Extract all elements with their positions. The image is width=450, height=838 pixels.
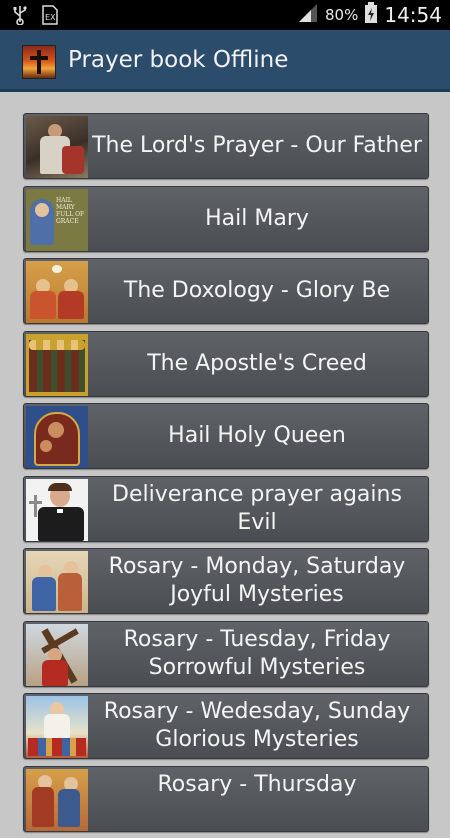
list-item-deliverance-prayer[interactable]: Deliverance prayer agains Evil <box>23 475 429 542</box>
list-item-hail-holy-queen[interactable]: Hail Holy Queen <box>23 403 429 469</box>
jesus-praying-thumbnail <box>26 116 88 178</box>
jesus-carrying-cross-thumbnail <box>26 623 88 686</box>
item-subtitle: Glorious Mysteries <box>155 727 359 752</box>
app-title: Prayer book Offline <box>68 47 289 73</box>
virgin-mary-thumbnail: HAIL MARY FULL OF GRACE <box>26 188 88 251</box>
list-item-doxology[interactable]: The Doxology - Glory Be <box>23 258 429 324</box>
apostles-icon-thumbnail <box>26 333 88 396</box>
thumbnail-caption: HAIL MARY FULL OF GRACE <box>56 196 85 225</box>
resurrection-thumbnail <box>26 696 88 758</box>
item-subtitle: Joyful Mysteries <box>170 582 344 607</box>
list-item-hail-mary[interactable]: HAIL MARY FULL OF GRACE Hail Mary <box>23 185 429 252</box>
battery-percent: 80% <box>325 6 359 24</box>
battery-charging-icon <box>364 2 378 28</box>
svg-text:EX: EX <box>45 13 56 22</box>
item-title: The Apostle's Creed <box>147 350 367 376</box>
item-title: The Lord's Prayer - Our Father <box>92 133 422 158</box>
annunciation-thumbnail <box>26 551 88 613</box>
priest-with-cross-thumbnail <box>26 478 88 541</box>
item-subtitle: Sorrowful Mysteries <box>148 654 366 680</box>
prayer-list: The Lord's Prayer - Our Father HAIL MARY… <box>23 113 429 838</box>
madonna-icon-thumbnail <box>26 406 88 468</box>
list-item-rosary-glorious[interactable]: Rosary - Wedesday, Sunday Glorious Myste… <box>23 693 429 759</box>
debug-notification-icon: EX <box>42 5 60 29</box>
usb-icon <box>12 5 28 29</box>
item-title: Deliverance prayer agains Evil <box>112 481 402 535</box>
item-title: Rosary - Thursday <box>157 771 357 797</box>
item-title: Rosary - Wedesday, Sunday <box>103 699 411 724</box>
list-item-apostles-creed[interactable]: The Apostle's Creed <box>23 330 429 397</box>
clock: 14:54 <box>384 3 442 27</box>
list-item-lords-prayer[interactable]: The Lord's Prayer - Our Father <box>23 113 429 179</box>
list-item-rosary-joyful[interactable]: Rosary - Monday, Saturday Joyful Mysteri… <box>23 548 429 614</box>
item-title: Rosary - Tuesday, Friday <box>123 626 391 652</box>
status-bar: EX 80% 14:54 <box>0 0 450 30</box>
item-title: Hail Mary <box>205 205 309 231</box>
holy-trinity-thumbnail <box>26 261 88 323</box>
list-item-rosary-sorrowful[interactable]: Rosary - Tuesday, Friday Sorrowful Myste… <box>23 620 429 687</box>
item-title: Rosary - Monday, Saturday <box>108 554 406 579</box>
list-item-rosary-luminous[interactable]: Rosary - Thursday <box>23 765 429 832</box>
app-logo-icon <box>22 45 56 79</box>
item-title: Hail Holy Queen <box>168 423 346 448</box>
signal-icon <box>297 3 319 27</box>
action-bar: Prayer book Offline <box>0 30 450 92</box>
item-title: The Doxology - Glory Be <box>123 278 391 303</box>
